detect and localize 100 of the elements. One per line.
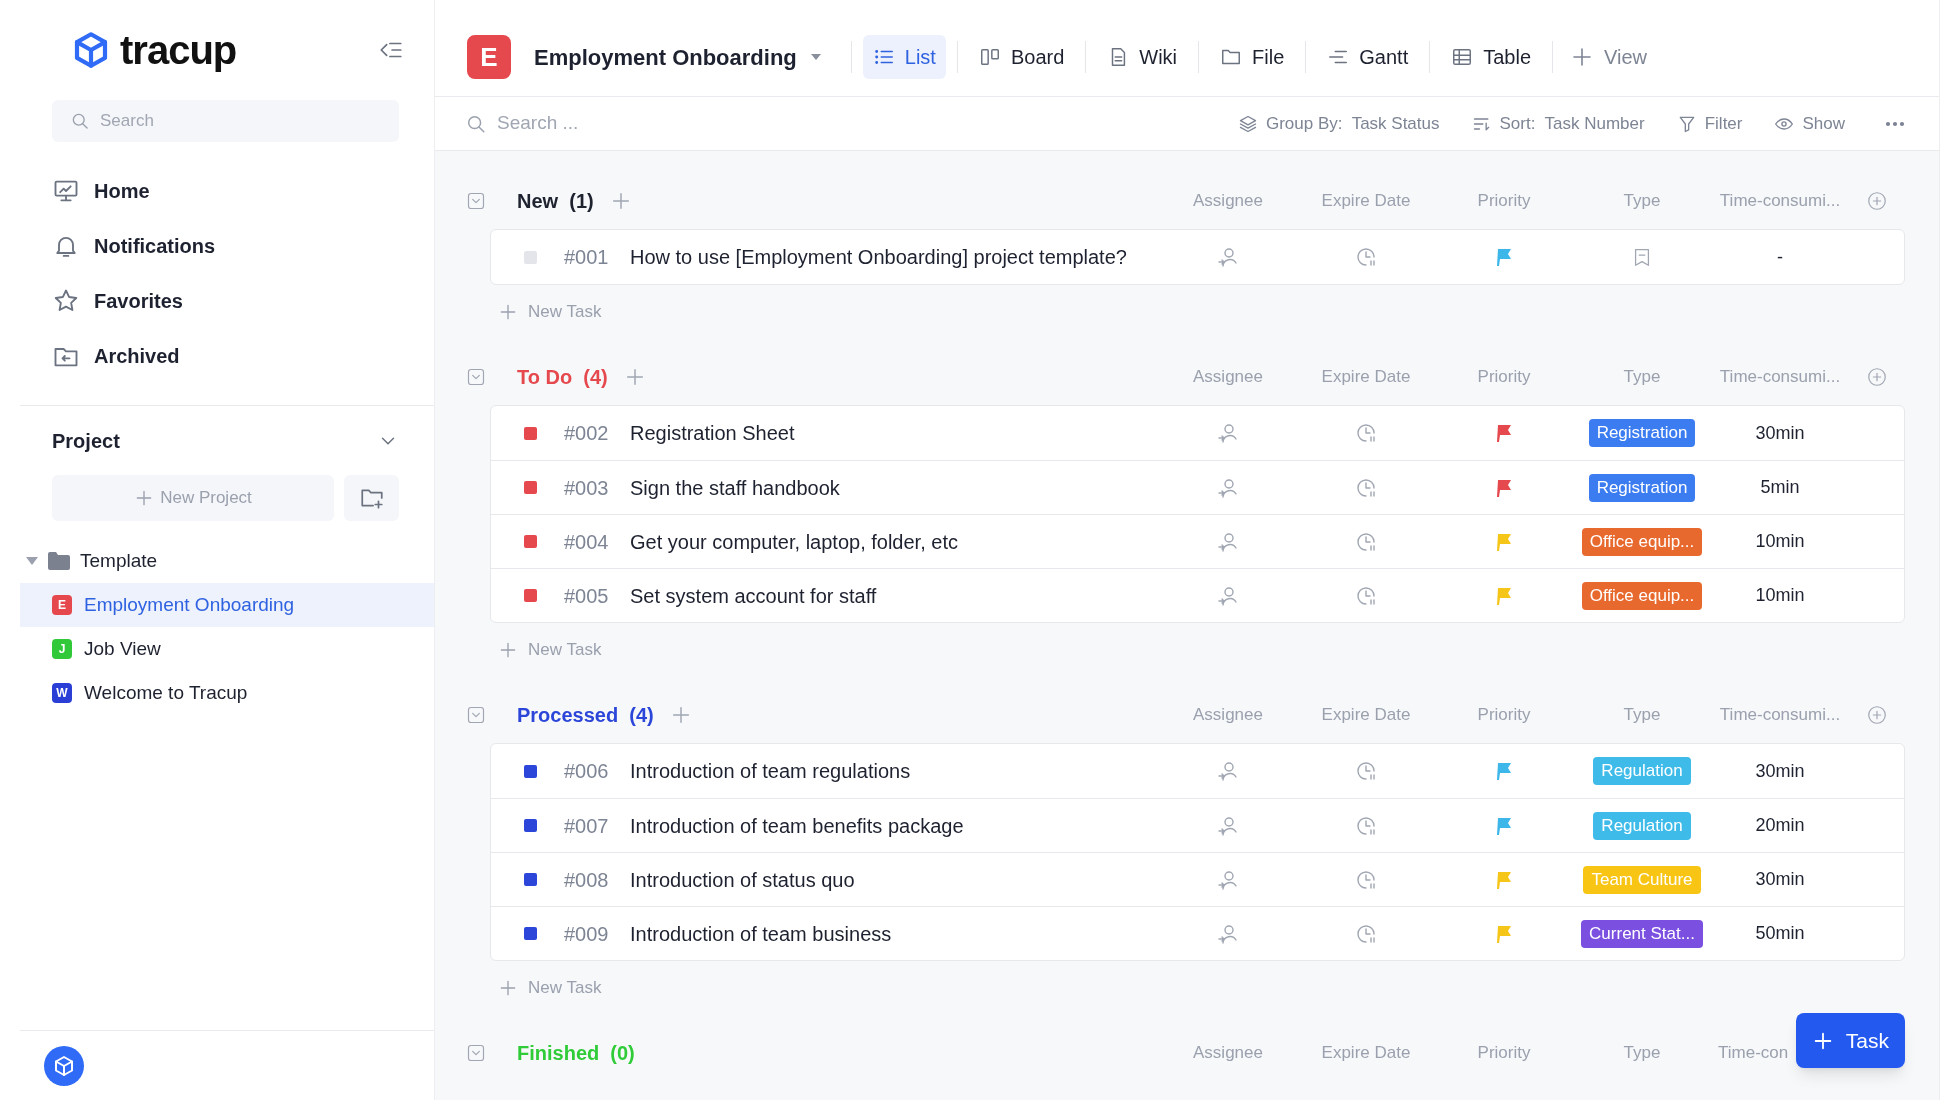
view-tab[interactable]: List bbox=[862, 35, 946, 79]
column-header: Priority bbox=[1476, 366, 1532, 389]
plus-icon bbox=[498, 978, 518, 998]
view-icon bbox=[1451, 46, 1474, 68]
column-header: Expire Date bbox=[1320, 1042, 1412, 1065]
time-value: 5min bbox=[1759, 476, 1801, 499]
time-value: 10min bbox=[1754, 530, 1806, 553]
project-title-dropdown[interactable]: Employment Onboarding bbox=[534, 40, 821, 74]
task-title[interactable]: Registration Sheet bbox=[630, 418, 1159, 448]
view-tab[interactable]: File bbox=[1210, 35, 1295, 79]
collapse-group-icon[interactable] bbox=[466, 705, 486, 725]
due-date-icon[interactable] bbox=[1354, 759, 1378, 783]
section-title: Project bbox=[52, 429, 121, 454]
expand-triangle-icon[interactable] bbox=[26, 557, 38, 565]
priority-flag-icon[interactable] bbox=[1495, 477, 1513, 498]
column-header: Time-consumi... bbox=[1718, 704, 1842, 727]
task-title[interactable]: Set system account for staff bbox=[630, 580, 1159, 611]
column-header: Time-con bbox=[1718, 1042, 1789, 1065]
task-title[interactable]: How to use [Employment Onboarding] project template? bbox=[630, 242, 1159, 272]
collapse-group-icon[interactable] bbox=[466, 191, 486, 211]
task-title[interactable]: Get your computer, laptop, folder, etc bbox=[630, 526, 1159, 557]
search-field[interactable]: Search ... bbox=[497, 109, 897, 138]
task-title[interactable]: Introduction of team regulations bbox=[630, 756, 1159, 786]
app-logo-button[interactable] bbox=[44, 1045, 84, 1086]
priority-flag-icon[interactable] bbox=[1495, 761, 1513, 781]
task-number: #003 bbox=[564, 475, 610, 501]
new-folder-button[interactable] bbox=[344, 475, 399, 521]
view-tab[interactable]: Wiki bbox=[1097, 35, 1188, 79]
nav-item[interactable]: Notifications bbox=[20, 218, 434, 273]
due-date-icon[interactable] bbox=[1354, 421, 1378, 445]
task-number: #005 bbox=[564, 583, 610, 609]
search-icon bbox=[70, 111, 90, 131]
priority-flag-icon[interactable] bbox=[1495, 423, 1513, 443]
column-header: Expire Date bbox=[1320, 704, 1412, 727]
priority-flag-icon[interactable] bbox=[1495, 869, 1513, 890]
time-value: 50min bbox=[1754, 922, 1806, 945]
task-number: #006 bbox=[564, 759, 610, 784]
task-title[interactable]: Introduction of status quo bbox=[630, 864, 1159, 895]
project-item[interactable]: W Welcome to Tracup bbox=[20, 671, 434, 715]
task-number: #001 bbox=[564, 245, 610, 270]
task-title[interactable]: Sign the staff handbook bbox=[630, 472, 1159, 503]
time-value: 10min bbox=[1754, 584, 1806, 607]
project-item[interactable]: E Employment Onboarding bbox=[20, 583, 434, 627]
time-value: 30min bbox=[1754, 868, 1806, 891]
column-header: Priority bbox=[1476, 704, 1532, 727]
priority-flag-icon[interactable] bbox=[1495, 247, 1513, 267]
column-header: Expire Date bbox=[1320, 190, 1412, 213]
time-value: - bbox=[1776, 245, 1784, 269]
type-tag[interactable]: Registration bbox=[1588, 473, 1696, 502]
column-header: Type bbox=[1622, 366, 1662, 389]
priority-flag-icon[interactable] bbox=[1495, 531, 1513, 552]
task-number: #008 bbox=[564, 867, 610, 893]
column-header: Expire Date bbox=[1320, 366, 1412, 389]
task-number: #004 bbox=[564, 529, 610, 555]
priority-flag-icon[interactable] bbox=[1495, 815, 1513, 836]
task-number: #002 bbox=[564, 421, 610, 446]
column-header: Assignee bbox=[1192, 190, 1264, 213]
column-header: Assignee bbox=[1192, 704, 1264, 727]
add-column-icon[interactable] bbox=[1866, 190, 1888, 212]
project-badge: E bbox=[467, 35, 511, 79]
group-title: To Do (4) bbox=[517, 365, 608, 390]
nav-item[interactable]: Favorites bbox=[20, 273, 434, 328]
show-button[interactable]: Show bbox=[1774, 110, 1845, 137]
filter-button[interactable]: Filter bbox=[1676, 110, 1743, 137]
view-icon bbox=[978, 46, 1001, 68]
task-title[interactable]: Introduction of team business bbox=[630, 918, 1159, 949]
project-item[interactable]: J Job View bbox=[20, 627, 434, 671]
column-header: Type bbox=[1622, 190, 1662, 213]
view-tab[interactable]: Board bbox=[968, 35, 1075, 79]
collapse-group-icon[interactable] bbox=[466, 1043, 486, 1063]
column-header: Type bbox=[1622, 1042, 1662, 1065]
column-header: Time-consumi... bbox=[1718, 190, 1842, 213]
folder-item[interactable]: Template bbox=[20, 539, 434, 583]
priority-flag-icon[interactable] bbox=[1495, 923, 1513, 944]
group-by-button[interactable]: Group By: Task Status bbox=[1237, 110, 1440, 137]
folder-icon bbox=[48, 552, 70, 570]
due-date-icon[interactable] bbox=[1354, 245, 1378, 269]
view-tab[interactable]: Gantt bbox=[1317, 35, 1419, 79]
type-tag[interactable]: Current Stat... bbox=[1581, 919, 1703, 948]
type-tag[interactable]: Registration bbox=[1588, 419, 1696, 447]
group-title: Processed (4) bbox=[517, 703, 654, 728]
collapse-group-icon[interactable] bbox=[466, 367, 486, 387]
nav-item[interactable]: Archived bbox=[20, 328, 434, 383]
column-header: Time-consumi... bbox=[1718, 366, 1842, 389]
add-column-icon[interactable] bbox=[1866, 704, 1888, 726]
view-tab[interactable]: Table bbox=[1441, 35, 1542, 79]
column-header: Type bbox=[1622, 704, 1662, 727]
nav-item[interactable]: Home bbox=[20, 163, 434, 218]
group-title: New (1) bbox=[517, 189, 594, 214]
task-title[interactable]: Introduction of team benefits package bbox=[630, 810, 1159, 841]
project-badge: E bbox=[52, 595, 72, 615]
column-header: Priority bbox=[1476, 190, 1532, 213]
sort-button[interactable]: Sort: Task Number bbox=[1471, 110, 1645, 137]
add-column-icon[interactable] bbox=[1866, 366, 1888, 388]
add-task-button[interactable]: Task bbox=[1795, 1013, 1905, 1068]
add-view-button[interactable]: View bbox=[1564, 42, 1654, 72]
search-field[interactable]: Search bbox=[52, 100, 399, 142]
task-number: #009 bbox=[564, 921, 610, 947]
search-input[interactable]: Search bbox=[100, 108, 381, 134]
priority-flag-icon[interactable] bbox=[1495, 585, 1513, 606]
